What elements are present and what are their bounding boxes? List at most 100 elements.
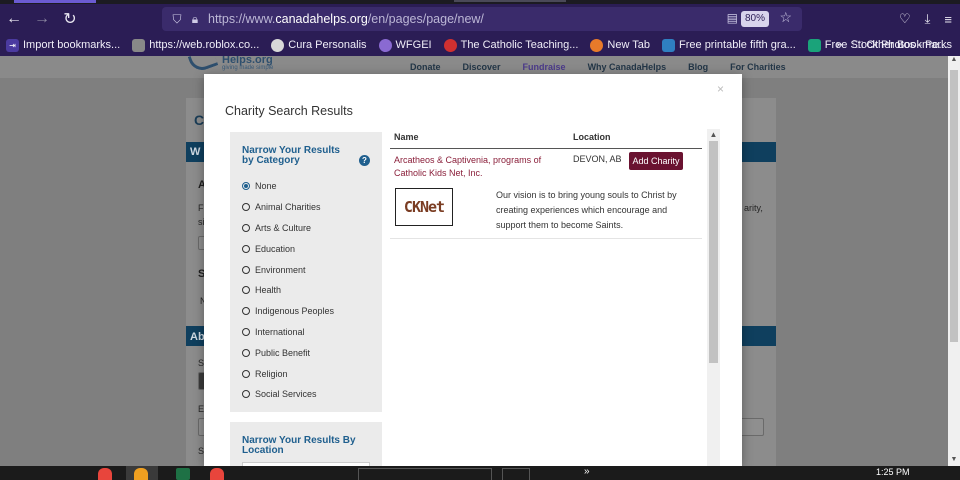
bookmark-cura-personalis[interactable]: Cura Personalis [271, 38, 367, 52]
charity-location: DEVON, AB [573, 154, 622, 164]
background-band-text: W [190, 146, 201, 158]
radio-icon[interactable] [242, 307, 250, 316]
scroll-up-icon[interactable]: ▲ [707, 129, 720, 141]
active-tab-indicator[interactable] [14, 0, 96, 3]
reader-view-icon[interactable]: ▤ [727, 11, 738, 25]
row-divider [390, 238, 702, 239]
category-filter: Narrow Your Results by Category ? None A… [230, 132, 382, 412]
radio-icon[interactable] [242, 348, 250, 357]
category-education[interactable]: Education [242, 238, 334, 259]
radio-icon[interactable] [242, 182, 250, 191]
radio-icon[interactable] [242, 265, 250, 274]
radio-icon[interactable] [242, 369, 250, 378]
bookmark-import[interactable]: ⇥ Import bookmarks... [6, 38, 120, 52]
location-filter-heading: Narrow Your Results By Location [242, 435, 356, 456]
logo-tagline: giving made simple [222, 65, 274, 71]
forward-icon[interactable]: → [28, 5, 56, 33]
category-indigenous-peoples[interactable]: Indigenous Peoples [242, 301, 334, 322]
background-input [740, 418, 764, 436]
category-environment[interactable]: Environment [242, 259, 334, 280]
chrome-icon[interactable] [210, 468, 224, 480]
nav-fundraise[interactable]: Fundraise [523, 62, 566, 72]
charity-name-link[interactable]: Arcatheos & Captivenia, programs of Cath… [394, 154, 568, 180]
globe-icon [378, 38, 392, 52]
canadahelps-logo-icon[interactable] [187, 56, 219, 74]
category-health[interactable]: Health [242, 280, 334, 301]
background-text: arity, [744, 203, 763, 213]
nav-discover[interactable]: Discover [463, 62, 501, 72]
scroll-down-icon[interactable]: ▼ [948, 456, 960, 466]
import-icon: ⇥ [6, 38, 19, 52]
address-bar[interactable]: ⛉ 🔒︎ https://www.canadahelps.org/en/page… [162, 7, 802, 31]
radio-icon[interactable] [242, 223, 250, 232]
category-public-benefit[interactable]: Public Benefit [242, 342, 334, 363]
background-band-text: Ab [190, 331, 205, 343]
site-nav: Donate Discover Fundraise Why CanadaHelp… [410, 62, 786, 72]
bookmark-new-tab[interactable]: New Tab [590, 38, 650, 52]
lock-icon[interactable]: 🔒︎ [186, 7, 204, 31]
modal-scrollbar[interactable]: ▲ [707, 129, 720, 466]
cura-icon [271, 38, 285, 52]
modal-title: Charity Search Results [225, 104, 353, 118]
bookmark-roblox[interactable]: https://web.roblox.co... [132, 38, 259, 52]
shield-icon[interactable]: ⛉ [168, 7, 186, 31]
add-charity-button[interactable]: Add Charity [629, 152, 683, 170]
taskbar-search[interactable] [358, 468, 492, 480]
toolbar-right: ♡ ⤓ ≡ [899, 4, 952, 34]
nav-for-charities[interactable]: For Charities [730, 62, 786, 72]
firefox-icon[interactable] [134, 468, 148, 480]
category-arts-culture[interactable]: Arts & Culture [242, 218, 334, 239]
taskbar-overflow-icon[interactable]: » [584, 466, 590, 477]
roblox-icon [132, 38, 146, 52]
downloads-icon[interactable]: ⤓ [925, 11, 931, 27]
category-religion[interactable]: Religion [242, 363, 334, 384]
bookmarks-bar: ⇥ Import bookmarks... https://web.roblox.… [0, 34, 960, 56]
category-filter-heading: Narrow Your Results by Category [242, 145, 340, 166]
category-international[interactable]: International [242, 322, 334, 343]
nav-blog[interactable]: Blog [688, 62, 708, 72]
bookmark-wfgei[interactable]: WFGEI [378, 38, 432, 52]
category-social-services[interactable]: Social Services [242, 384, 334, 405]
category-none[interactable]: None [242, 176, 334, 197]
reload-icon[interactable]: ↻ [56, 5, 84, 33]
radio-icon[interactable] [242, 244, 250, 253]
close-icon[interactable]: × [717, 82, 724, 96]
column-header-name: Name [394, 132, 419, 142]
menu-icon[interactable]: ≡ [944, 12, 952, 27]
bookmark-star-icon[interactable]: ☆ [779, 9, 792, 26]
radio-icon[interactable] [242, 203, 250, 212]
clock[interactable]: 1:25 PM [876, 467, 910, 477]
zoom-level[interactable]: 80% [740, 11, 769, 27]
nav-why-canadahelps[interactable]: Why CanadaHelps [588, 62, 667, 72]
scrollbar-thumb[interactable] [950, 70, 958, 342]
browser-toolbar: ← → ↻ ⛉ 🔒︎ https://www.canadahelps.org/e… [0, 4, 960, 34]
tab-indicator[interactable] [454, 0, 566, 2]
radio-icon[interactable] [242, 286, 250, 295]
excel-icon[interactable] [176, 468, 190, 480]
charity-description: Our vision is to bring young souls to Ch… [496, 190, 677, 230]
pocket-icon[interactable]: ♡ [899, 11, 911, 27]
scrollbar-thumb[interactable] [709, 141, 718, 363]
back-icon[interactable]: ← [0, 5, 28, 33]
pexels-icon [807, 38, 821, 52]
radio-icon[interactable] [242, 327, 250, 336]
folder-icon: 🗀︎ [852, 38, 864, 51]
help-icon[interactable]: ? [359, 155, 370, 166]
printable-site-icon [662, 38, 676, 52]
overflow-chevron-icon[interactable]: » [836, 39, 842, 51]
scroll-up-icon[interactable]: ▲ [948, 56, 960, 66]
background-heading: C [194, 112, 205, 128]
bookmark-catholic-teaching[interactable]: The Catholic Teaching... [443, 38, 578, 52]
bookmark-printable[interactable]: Free printable fifth gra... [662, 38, 796, 52]
other-bookmarks[interactable]: 🗀︎ Other Bookmarks [852, 36, 952, 55]
bookmarks-overflow: » 🗀︎ Other Bookmarks [836, 34, 952, 56]
catholic-site-icon [443, 38, 457, 52]
radio-icon[interactable] [242, 390, 250, 399]
nav-donate[interactable]: Donate [410, 62, 441, 72]
taskbar-widget[interactable] [502, 468, 530, 480]
column-header-location: Location [573, 132, 611, 142]
url-text[interactable]: https://www.canadahelps.org/en/pages/pag… [208, 12, 484, 26]
category-animal-charities[interactable]: Animal Charities [242, 197, 334, 218]
page-scrollbar[interactable]: ▲ ▼ [948, 56, 960, 466]
chrome-icon[interactable] [98, 468, 112, 480]
